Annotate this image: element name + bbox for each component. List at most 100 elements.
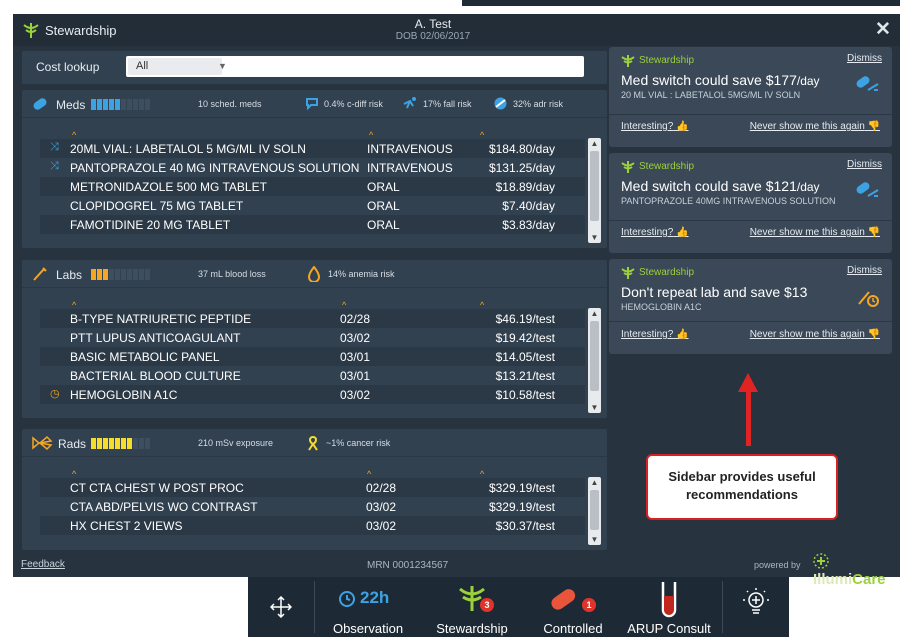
never-show-link[interactable]: Never show me this again 👎 bbox=[750, 329, 880, 340]
table-row[interactable]: CLOPIDOGREL 75 MG TABLET ORAL $7.40/day bbox=[40, 196, 585, 215]
interesting-text: Interesting? bbox=[621, 329, 674, 340]
never-show-link[interactable]: Never show me this again 👎 bbox=[750, 227, 880, 238]
arup-consult-label: ARUP Consult bbox=[627, 621, 711, 636]
lab-name: B-TYPE NATRIURETIC PEPTIDE bbox=[70, 312, 252, 326]
lab-date: 03/02 bbox=[340, 331, 371, 345]
cost-lookup-input[interactable]: All ▼ bbox=[126, 56, 584, 77]
thumbs-down-icon: 👎 bbox=[867, 121, 880, 132]
lab-cost: $46.19/test bbox=[495, 312, 555, 326]
close-button[interactable]: ✕ bbox=[875, 18, 891, 41]
card-divider bbox=[609, 220, 892, 221]
pipette-clock-icon bbox=[858, 291, 879, 307]
recommendation-card: Stewardship Dismiss Med switch could sav… bbox=[609, 153, 892, 253]
rad-name: CT CTA CHEST W POST PROC bbox=[70, 481, 244, 495]
adr-risk-icon bbox=[494, 97, 507, 110]
illumicare-menu-button[interactable] bbox=[728, 577, 784, 637]
stewardship-button[interactable]: 3 Stewardship bbox=[424, 577, 520, 637]
fall-risk: 17% fall risk bbox=[423, 99, 472, 109]
interesting-link[interactable]: Interesting? 👍 bbox=[621, 329, 689, 340]
pill-switch-icon bbox=[856, 182, 879, 197]
move-handle[interactable] bbox=[248, 577, 314, 637]
brand-illumi: Illumi bbox=[813, 571, 853, 588]
illumicare-logo: IllumiCare bbox=[813, 553, 900, 588]
table-row[interactable]: FAMOTIDINE 20 MG TABLET ORAL $3.83/day bbox=[40, 215, 585, 234]
med-cost: $18.89/day bbox=[495, 180, 555, 194]
card-tag: Stewardship bbox=[639, 267, 695, 278]
card-tag: Stewardship bbox=[639, 55, 695, 66]
stewardship-label: Stewardship bbox=[436, 621, 508, 636]
table-row[interactable]: PTT LUPUS ANTICOAGULANT 03/02 $19.42/test bbox=[40, 328, 585, 347]
blood-loss: 37 mL blood loss bbox=[198, 269, 266, 279]
radiation-icon bbox=[32, 435, 53, 451]
card-headline: Don't repeat lab and save $13 bbox=[621, 284, 807, 300]
meds-scheduled-count: 10 sched. meds bbox=[198, 99, 262, 109]
meds-scrollbar[interactable]: ▲ ▼ bbox=[588, 138, 601, 243]
controlled-button[interactable]: 1 Controlled bbox=[528, 577, 618, 637]
card-tag: Stewardship bbox=[639, 161, 695, 172]
headline-unit: /day bbox=[796, 180, 820, 194]
brand-care: Care bbox=[852, 571, 886, 588]
lightbulb-icon bbox=[743, 588, 769, 614]
interesting-link[interactable]: Interesting? 👍 bbox=[621, 121, 689, 132]
recommendation-card: Stewardship Dismiss Don't repeat lab and… bbox=[609, 259, 892, 354]
lab-name: HEMOGLOBIN A1C bbox=[70, 388, 178, 402]
table-row[interactable]: BASIC METABOLIC PANEL 03/01 $14.05/test bbox=[40, 347, 585, 366]
med-name: METRONIDAZOLE 500 MG TABLET bbox=[70, 180, 267, 194]
pipette-icon bbox=[33, 267, 47, 281]
stewardship-logo-icon bbox=[621, 55, 635, 67]
rads-scrollbar[interactable]: ▲ ▼ bbox=[588, 477, 601, 545]
thumbs-up-icon: 👍 bbox=[676, 121, 689, 132]
rad-name: CTA ABD/PELVIS WO CONTRAST bbox=[70, 500, 258, 514]
rad-cost: $329.19/test bbox=[488, 500, 555, 514]
table-row[interactable]: CTA ABD/PELVIS WO CONTRAST 03/02 $329.19/t… bbox=[40, 497, 585, 516]
rads-level-bar bbox=[91, 438, 150, 449]
test-tube-icon bbox=[661, 582, 677, 618]
interesting-link[interactable]: Interesting? 👍 bbox=[621, 227, 689, 238]
rads-panel: Rads 210 mSv exposure ~1% cancer risk ^ … bbox=[22, 429, 607, 550]
interesting-text: Interesting? bbox=[621, 121, 674, 132]
labs-scrollbar[interactable]: ▲ ▼ bbox=[588, 308, 601, 413]
never-text: Never show me this again bbox=[749, 121, 865, 132]
headline-text: Med switch could save $177 bbox=[621, 72, 797, 88]
rad-cost: $30.37/test bbox=[495, 519, 555, 533]
labs-title: Labs bbox=[56, 268, 83, 282]
never-text: Never show me this again bbox=[749, 227, 865, 238]
arup-consult-button[interactable]: ARUP Consult bbox=[623, 577, 715, 637]
table-row[interactable]: ⤨ 20ML VIAL: LABETALOL 5 MG/ML IV SOLN INT… bbox=[40, 139, 585, 158]
dismiss-button[interactable]: Dismiss bbox=[847, 53, 882, 64]
med-name: 20ML VIAL: LABETALOL 5 MG/ML IV SOLN bbox=[70, 142, 306, 156]
med-route: ORAL bbox=[367, 199, 400, 213]
window-header: Stewardship A. Test DOB 02/06/2017 ✕ bbox=[13, 14, 900, 46]
move-arrows-icon bbox=[269, 595, 293, 619]
med-name: PANTOPRAZOLE 40 MG INTRAVENOUS SOLUTION bbox=[70, 161, 360, 175]
table-row[interactable]: ⤨ PANTOPRAZOLE 40 MG INTRAVENOUS SOLUTION… bbox=[40, 158, 585, 177]
card-headline: Med switch could save $177/day bbox=[621, 72, 820, 88]
labs-header: Labs 37 mL blood loss 14% anemia risk bbox=[22, 260, 607, 288]
med-name: FAMOTIDINE 20 MG TABLET bbox=[70, 218, 231, 232]
observation-button[interactable]: 22h Observation bbox=[320, 577, 416, 637]
card-subtitle: 20 ML VIAL : LABETALOL 5MG/ML IV SOLN bbox=[621, 90, 801, 100]
table-row[interactable]: HX CHEST 2 VIEWS 03/02 $30.37/test bbox=[40, 516, 585, 535]
med-route: INTRAVENOUS bbox=[367, 161, 453, 175]
card-subtitle: HEMOGLOBIN A1C bbox=[621, 302, 702, 312]
anemia-risk: 14% anemia risk bbox=[328, 269, 395, 279]
headline-unit: /day bbox=[796, 74, 820, 88]
stewardship-logo-icon bbox=[23, 23, 39, 38]
card-divider bbox=[609, 321, 892, 322]
recommendation-card: Stewardship Dismiss Med switch could sav… bbox=[609, 47, 892, 147]
table-row[interactable]: CT CTA CHEST W POST PROC 02/28 $329.19/tes… bbox=[40, 478, 585, 497]
table-row[interactable]: ◷ HEMOGLOBIN A1C 03/02 $10.58/test bbox=[40, 385, 585, 404]
never-show-link[interactable]: Never show me this again 👎 bbox=[750, 121, 880, 132]
cost-lookup-select[interactable]: All ▼ bbox=[128, 58, 227, 75]
patient-dob: DOB 02/06/2017 bbox=[395, 31, 471, 42]
headline-text: Med switch could save $121 bbox=[621, 178, 797, 194]
dismiss-button[interactable]: Dismiss bbox=[847, 265, 882, 276]
top-window-strip bbox=[462, 0, 900, 6]
dismiss-button[interactable]: Dismiss bbox=[847, 159, 882, 170]
table-row[interactable]: B-TYPE NATRIURETIC PEPTIDE 02/28 $46.19/te… bbox=[40, 309, 585, 328]
table-row[interactable]: BACTERIAL BLOOD CULTURE 03/01 $13.21/test bbox=[40, 366, 585, 385]
headline-text: Don't repeat lab and save $13 bbox=[621, 284, 808, 300]
table-row[interactable]: METRONIDAZOLE 500 MG TABLET ORAL $18.89/da… bbox=[40, 177, 585, 196]
feedback-link[interactable]: Feedback bbox=[21, 559, 65, 570]
lab-name: PTT LUPUS ANTICOAGULANT bbox=[70, 331, 241, 345]
